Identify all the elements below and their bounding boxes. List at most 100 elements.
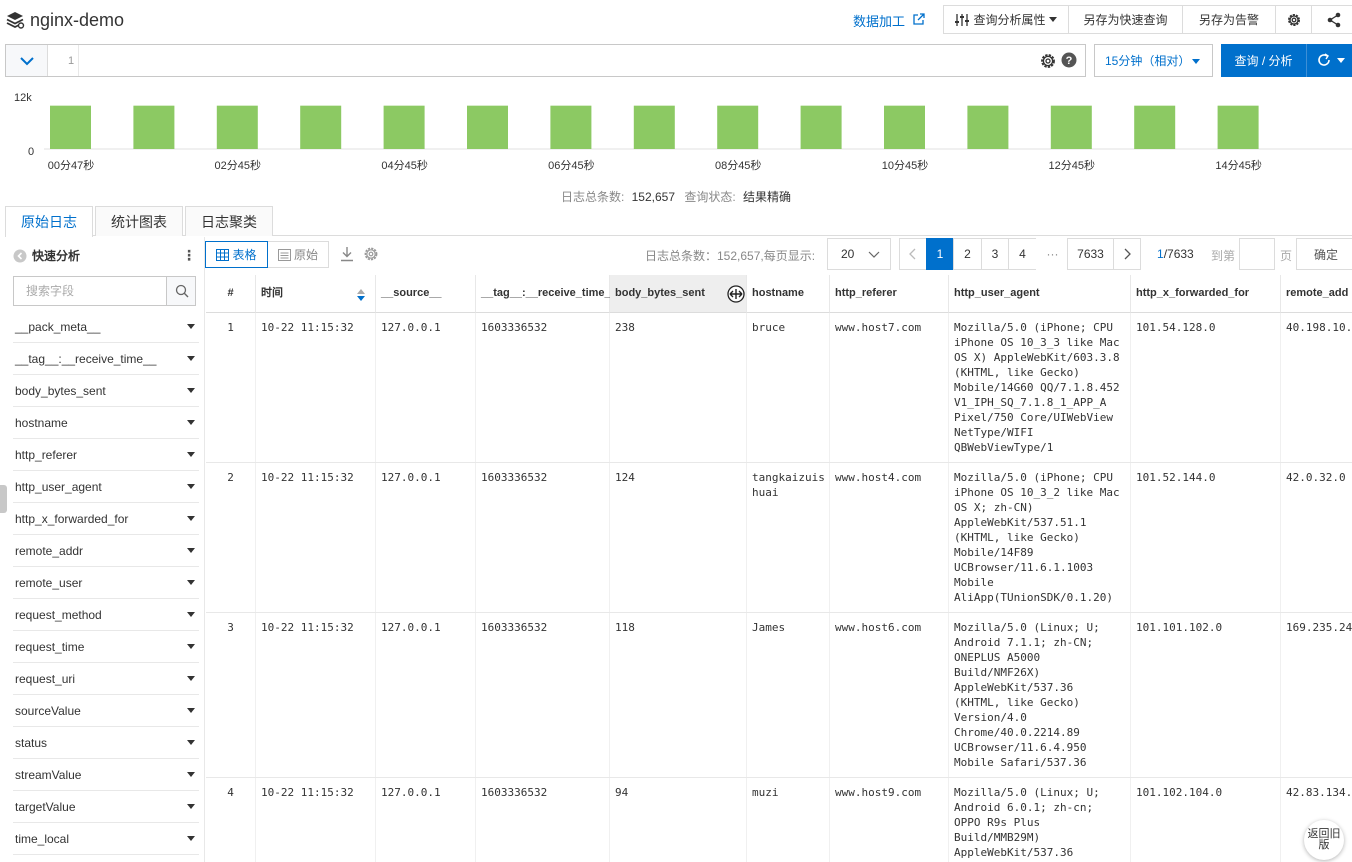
quick-analysis-title[interactable]: 快速分析 (13, 247, 80, 264)
caret-down-icon[interactable] (187, 324, 195, 329)
field-item[interactable]: http_user_agent (13, 471, 199, 503)
raw-view-button[interactable]: 原始 (268, 241, 329, 268)
column-resize-icon[interactable] (727, 285, 745, 303)
column-header-http-x-forwarded-for[interactable]: http_x_forwarded_for (1131, 275, 1281, 313)
column-header-receive-time[interactable]: __tag__:__receive_time__ (476, 275, 617, 313)
sort-icon[interactable] (357, 289, 365, 301)
histogram-bar[interactable] (1050, 105, 1092, 149)
page-button-2[interactable]: 2 (953, 238, 982, 270)
table-row[interactable]: 4 10-22 11:15:32 127.0.0.1 1603336532 94 muzi… (206, 778, 1352, 862)
field-item[interactable]: request_method (13, 599, 199, 631)
help-icon[interactable]: ? (1061, 52, 1077, 68)
caret-down-icon[interactable] (187, 644, 195, 649)
caret-down-icon[interactable] (187, 740, 195, 745)
caret-down-icon[interactable] (187, 356, 195, 361)
histogram-bar[interactable] (800, 105, 842, 149)
histogram-bar[interactable] (717, 105, 759, 149)
column-header-remote-addr[interactable]: remote_add (1281, 275, 1352, 313)
histogram-bar[interactable] (467, 105, 508, 149)
column-header-body-bytes-sent[interactable]: body_bytes_sent (610, 275, 747, 313)
field-item[interactable]: time_local (13, 823, 199, 855)
refresh-button[interactable] (1306, 44, 1352, 77)
histogram-bar[interactable] (1134, 105, 1176, 149)
data-process-link[interactable]: 数据加工 (853, 11, 905, 30)
sidebar-collapse-handle[interactable] (0, 485, 7, 513)
tab-charts[interactable]: 统计图表 (95, 206, 183, 236)
histogram-bar[interactable] (1217, 105, 1259, 149)
column-settings-icon[interactable] (363, 246, 379, 262)
caret-down-icon[interactable] (187, 388, 195, 393)
column-header-http-referer[interactable]: http_referer (830, 275, 949, 313)
histogram-bar[interactable] (884, 105, 925, 149)
field-item[interactable]: streamValue (13, 759, 199, 791)
field-item[interactable]: request_uri (13, 663, 199, 695)
caret-down-icon[interactable] (187, 548, 195, 553)
field-item[interactable]: sourceValue (13, 695, 199, 727)
histogram-bar[interactable] (133, 105, 175, 149)
histogram-bar[interactable] (550, 105, 592, 149)
field-search-button[interactable] (166, 277, 195, 305)
page-button-1[interactable]: 1 (926, 238, 954, 270)
histogram-bar[interactable] (633, 105, 675, 149)
caret-down-icon[interactable] (187, 484, 195, 489)
save-alert-button[interactable]: 另存为告警 (1182, 5, 1276, 34)
field-item[interactable]: remote_addr (13, 535, 199, 567)
page-button-4[interactable]: 4 (1008, 238, 1037, 270)
return-old-version-button[interactable]: 返回旧版 (1304, 820, 1344, 860)
histogram-bar[interactable] (50, 105, 91, 149)
caret-down-icon[interactable] (187, 420, 195, 425)
caret-down-icon[interactable] (187, 804, 195, 809)
goto-page-input[interactable] (1239, 238, 1275, 270)
field-search-input[interactable] (14, 277, 166, 305)
field-item[interactable]: targetValue (13, 791, 199, 823)
prev-page-button[interactable] (899, 238, 927, 270)
next-page-button[interactable] (1113, 238, 1141, 270)
table-row[interactable]: 1 10-22 11:15:32 127.0.0.1 1603336532 238 bru… (206, 313, 1352, 463)
histogram-bar[interactable] (300, 105, 342, 149)
field-item[interactable]: remote_user (13, 567, 199, 599)
table-view-button[interactable]: 表格 (205, 241, 268, 268)
share-button[interactable] (1311, 5, 1352, 34)
field-item[interactable]: request_time (13, 631, 199, 663)
tab-raw-logs[interactable]: 原始日志 (5, 206, 93, 237)
column-header-source[interactable]: __source__ (376, 275, 476, 313)
query-toggle-button[interactable] (6, 45, 48, 76)
query-props-button[interactable]: 查询分析属性 (943, 5, 1069, 34)
field-item[interactable]: body_bytes_sent (13, 375, 199, 407)
query-settings-icon[interactable] (1040, 53, 1056, 69)
tab-log-clusters[interactable]: 日志聚类 (185, 206, 273, 236)
column-header-http-user-agent[interactable]: http_user_agent (949, 275, 1131, 313)
query-input[interactable] (78, 45, 1028, 76)
external-link-icon[interactable] (912, 12, 926, 26)
field-item[interactable]: status (13, 727, 199, 759)
page-size-select[interactable]: 20 (827, 238, 891, 270)
time-range-select[interactable]: 15分钟（相对） (1094, 44, 1213, 77)
settings-button[interactable] (1275, 5, 1312, 34)
caret-down-icon[interactable] (187, 708, 195, 713)
histogram-bar[interactable] (967, 105, 1009, 149)
field-item[interactable]: http_referer (13, 439, 199, 471)
page-button-last[interactable]: 7633 (1067, 238, 1114, 270)
column-header-time[interactable]: 时间 (256, 275, 376, 313)
field-item[interactable]: hostname (13, 407, 199, 439)
caret-down-icon[interactable] (187, 452, 195, 457)
page-button-3[interactable]: 3 (981, 238, 1009, 270)
histogram-bar[interactable] (383, 105, 425, 149)
caret-down-icon[interactable] (187, 836, 195, 841)
search-analyze-button[interactable]: 查询 / 分析 (1221, 44, 1306, 77)
more-options-icon[interactable]: ⋮ (182, 247, 196, 264)
caret-down-icon[interactable] (187, 772, 195, 777)
histogram-bar[interactable] (216, 105, 258, 149)
download-icon[interactable] (339, 246, 355, 262)
caret-down-icon[interactable] (187, 580, 195, 585)
table-row[interactable]: 2 10-22 11:15:32 127.0.0.1 1603336532 124 tan… (206, 463, 1352, 613)
field-item[interactable]: __tag__:__receive_time__ (13, 343, 199, 375)
column-header-hostname[interactable]: hostname (747, 275, 830, 313)
caret-down-icon[interactable] (187, 612, 195, 617)
field-item[interactable]: __pack_meta__ (13, 311, 199, 343)
caret-down-icon[interactable] (187, 676, 195, 681)
field-item[interactable]: http_x_forwarded_for (13, 503, 199, 535)
caret-down-icon[interactable] (187, 516, 195, 521)
save-query-button[interactable]: 另存为快速查询 (1068, 5, 1183, 34)
goto-confirm-button[interactable]: 确定 (1296, 238, 1352, 270)
